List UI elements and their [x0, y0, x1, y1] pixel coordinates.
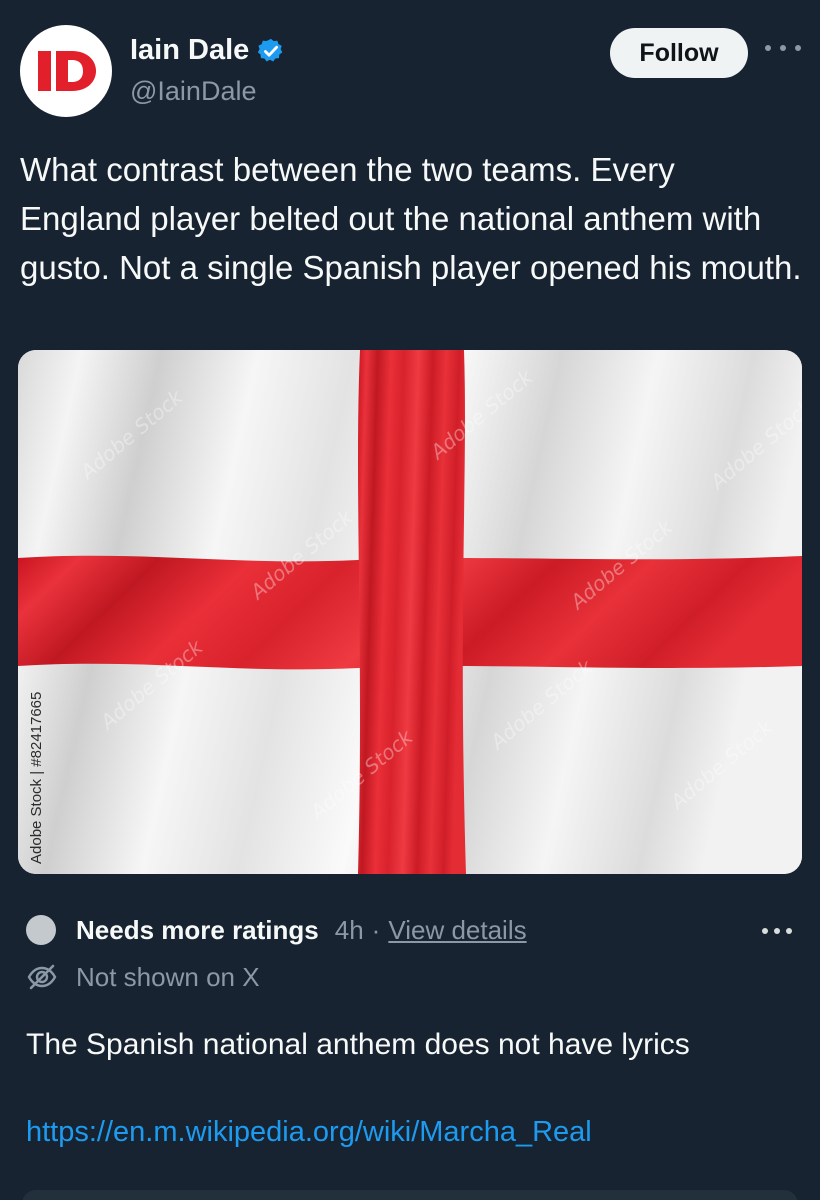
note-status-circle-icon — [26, 915, 56, 945]
id-logo-icon — [38, 51, 96, 91]
note-source-link[interactable]: https://en.m.wikipedia.org/wiki/Marcha_R… — [26, 1116, 592, 1149]
not-shown-text: Not shown on X — [76, 961, 260, 992]
tweet-text: What contrast between the two teams. Eve… — [20, 151, 802, 286]
author-name[interactable]: Iain Dale — [130, 34, 285, 67]
verified-badge-icon — [258, 38, 283, 62]
note-visibility: Not shown on X — [26, 958, 260, 996]
note-more-icon[interactable] — [762, 926, 792, 936]
view-details-link[interactable]: View details — [388, 915, 526, 946]
note-body-text: The Spanish national anthem does not hav… — [26, 1028, 690, 1061]
next-card-edge — [22, 1190, 798, 1200]
author-avatar[interactable] — [20, 25, 112, 117]
author-display-name[interactable]: Iain Dale — [130, 34, 249, 67]
note-time: 4h — [334, 914, 364, 945]
england-flag-image: Adobe Stock Adobe Stock Adobe Stock Adob… — [18, 350, 802, 874]
tweet-page: Iain Dale @IainDale Follow What contrast… — [0, 0, 820, 1200]
follow-button[interactable]: Follow — [610, 28, 748, 78]
stock-credit-label: Adobe Stock | #82417665 — [28, 691, 45, 864]
note-status: Needs more ratings — [76, 914, 319, 945]
eye-slash-icon — [27, 964, 57, 990]
note-separator: · — [371, 914, 381, 945]
author-handle[interactable]: @IainDale — [130, 76, 256, 107]
more-horizontal-icon[interactable] — [765, 38, 801, 58]
tweet-media-image[interactable]: Adobe Stock Adobe Stock Adobe Stock Adob… — [18, 350, 802, 874]
community-note-header: Needs more ratings 4h · View details — [26, 910, 796, 950]
